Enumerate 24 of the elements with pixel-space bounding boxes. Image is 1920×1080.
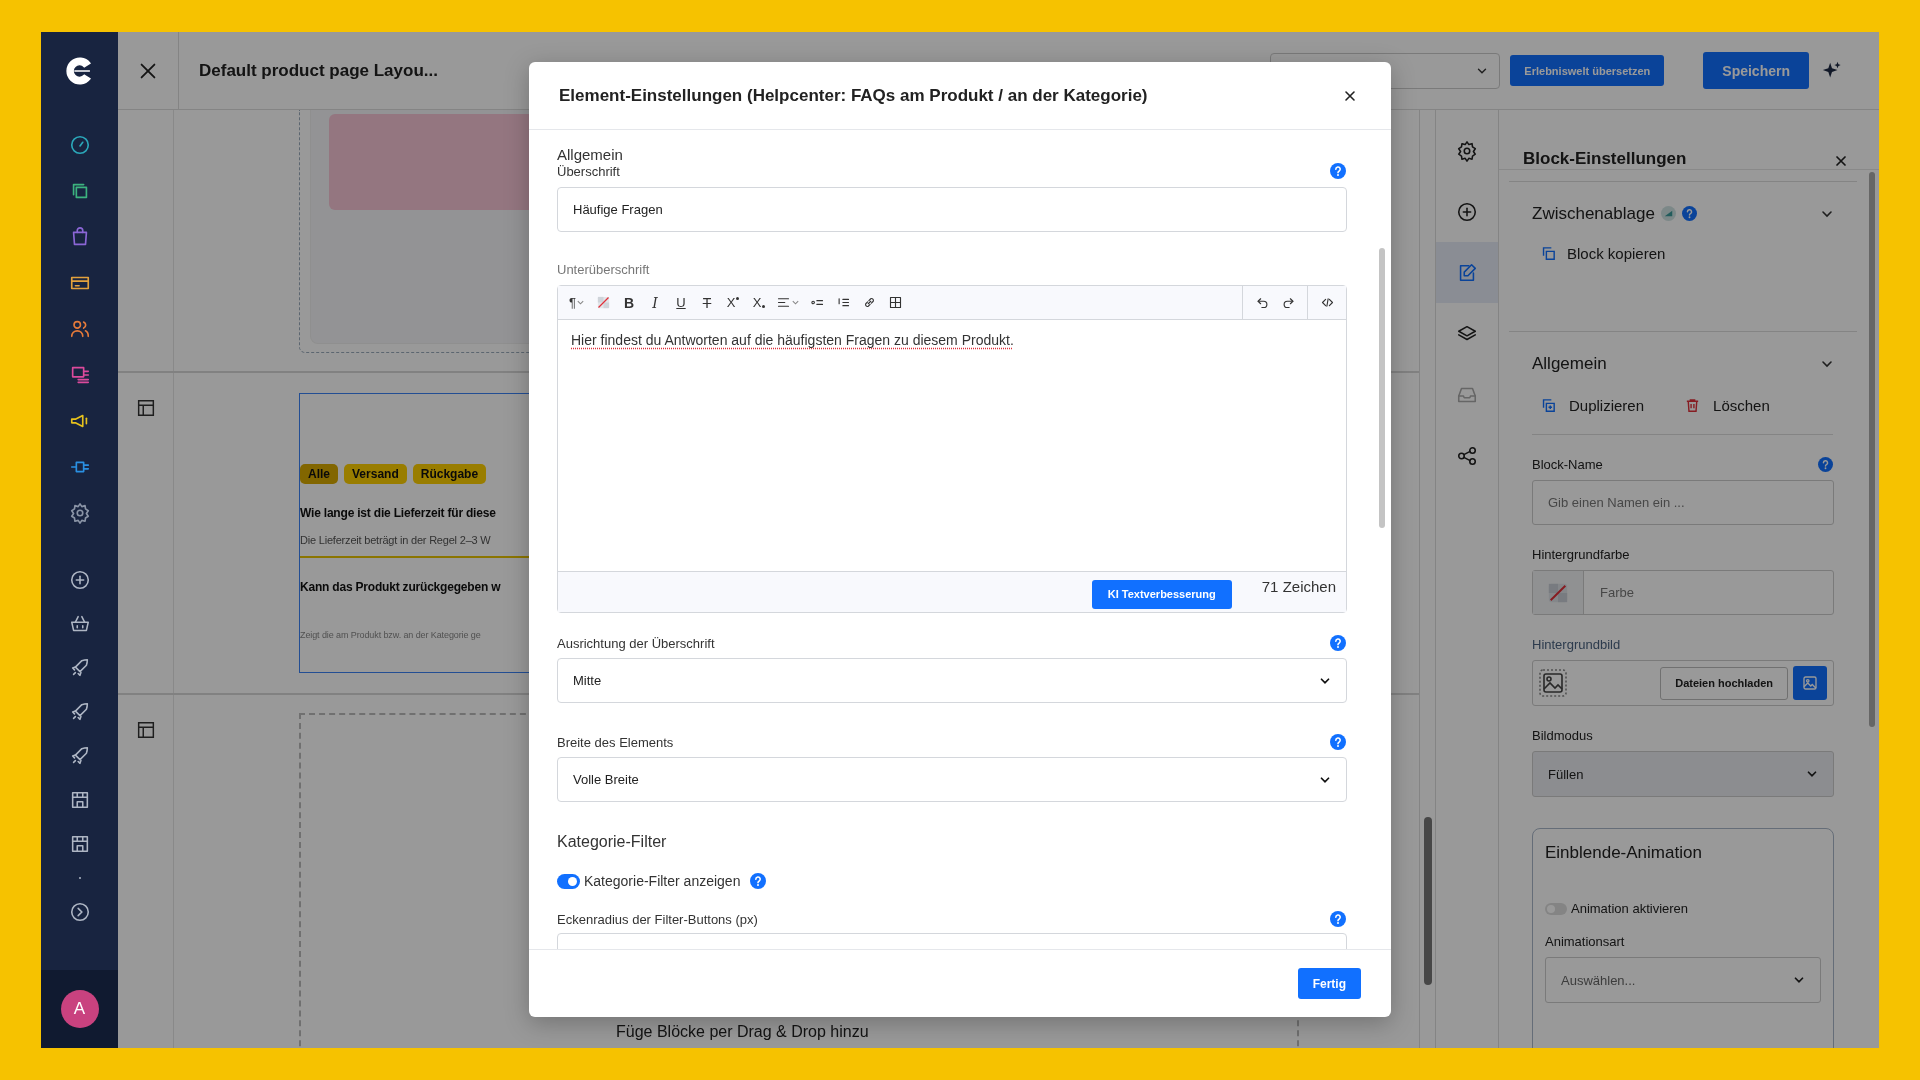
section-title: Kategorie-Filter	[557, 833, 668, 851]
section-title: Allgemein	[557, 146, 624, 163]
faq-answer: Die Lieferzeit beträgt in der Regel 2–3 W	[300, 534, 492, 546]
section-title: Zwischenablage	[1532, 203, 1655, 224]
field-label: Überschrift	[557, 163, 620, 179]
field-label: Ausrichtung der Überschrift	[557, 635, 715, 651]
layout-title: Default product page Layou...	[178, 32, 438, 109]
field-label: Unterüberschrift	[557, 262, 651, 277]
field-label: Breite des Elements	[557, 734, 674, 750]
field-label: Animationsart	[1545, 934, 1626, 949]
field-label: Hintergrundfarbe	[1532, 547, 1630, 562]
drop-hint: Füge Blöcke per Drag & Drop hinzu	[616, 1023, 869, 1040]
field-label: Block-Name	[1532, 457, 1603, 472]
toggle-label: Kategorie-Filter anzeigen	[584, 873, 741, 889]
dialog-title: Element-Einstellungen (Helpcenter: FAQs am Produkt / an der Kategorie)	[559, 85, 1148, 106]
field-label: Bildmodus	[1532, 728, 1593, 743]
toggle-label: Animation aktivieren	[1571, 901, 1689, 916]
field-label: Hintergrundbild	[1532, 637, 1621, 652]
block-description: Zeigt die am Produkt bzw. an der Kategorie ge	[300, 630, 482, 640]
field-label: Eckenradius der Filter-Buttons (px)	[557, 911, 758, 927]
panel-title: Block-Einstellungen	[1523, 149, 1687, 169]
card-title: Einblende-Animation	[1545, 843, 1703, 863]
section-title: Allgemein	[1532, 353, 1607, 374]
character-count: 71 Zeichen	[1261, 578, 1336, 595]
